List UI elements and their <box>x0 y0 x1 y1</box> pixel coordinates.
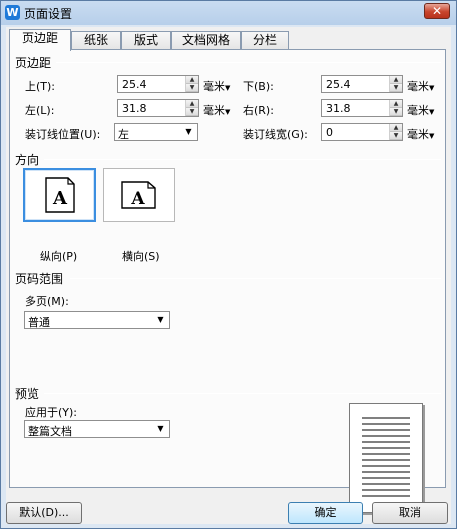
orientation-section-title: 方向 <box>15 153 40 167</box>
margins-divider <box>56 62 441 63</box>
caret-down-icon: ▼ <box>225 108 231 116</box>
spin-up-icon[interactable]: ▲ <box>390 76 402 84</box>
spin-down-icon[interactable]: ▼ <box>390 132 402 140</box>
tab-columns[interactable]: 分栏 <box>241 31 289 50</box>
tab-document-grid[interactable]: 文档网格 <box>171 31 241 50</box>
spin-down-icon[interactable]: ▼ <box>390 108 402 116</box>
landscape-label[interactable]: 横向(S) <box>122 248 160 264</box>
preview-section-title: 预览 <box>15 387 40 401</box>
spin-up-icon[interactable]: ▲ <box>186 100 198 108</box>
window-title: 页面设置 <box>24 7 73 21</box>
landscape-glyph: A <box>130 189 145 209</box>
gutter-width-unit[interactable]: 毫米▼ <box>407 126 434 142</box>
portrait-page-icon: A <box>45 177 75 213</box>
gutter-width-spinner[interactable]: 0 ▲ ▼ <box>321 123 403 141</box>
apply-to-label: 应用于(Y): <box>25 406 78 419</box>
right-margin-label: 右(R): <box>243 104 274 117</box>
gutter-width-label: 装订线宽(G): <box>243 128 308 141</box>
close-button[interactable]: ✕ <box>424 3 450 19</box>
bottom-margin-unit[interactable]: 毫米▼ <box>407 78 434 94</box>
dropdown-arrow-icon: ▼ <box>185 127 192 136</box>
apply-to-value: 整篇文档 <box>28 425 72 438</box>
default-button[interactable]: 默认(D)... <box>6 502 82 524</box>
page-setup-dialog: W 页面设置 ✕ 页边距 纸张 版式 文档网格 分栏 页边距 上(T): 25.… <box>0 0 457 529</box>
spin-up-icon[interactable]: ▲ <box>186 76 198 84</box>
left-margin-label: 左(L): <box>25 104 55 117</box>
right-margin-spinner[interactable]: 31.8 ▲ ▼ <box>321 99 403 117</box>
bottom-margin-value: 25.4 <box>326 78 351 91</box>
cancel-button[interactable]: 取消 <box>372 502 448 524</box>
top-margin-label: 上(T): <box>25 80 56 93</box>
caret-down-icon: ▼ <box>429 132 435 140</box>
pages-divider <box>70 278 441 279</box>
tab-margins[interactable]: 页边距 <box>9 29 71 51</box>
top-margin-unit[interactable]: 毫米▼ <box>203 78 230 94</box>
multiple-pages-select[interactable]: 普通 ▼ <box>24 311 170 329</box>
multiple-pages-label: 多页(M): <box>25 295 69 308</box>
caret-down-icon: ▼ <box>429 84 435 92</box>
left-margin-unit[interactable]: 毫米▼ <box>203 102 230 118</box>
left-margin-value: 31.8 <box>122 102 147 115</box>
left-margin-spinner[interactable]: 31.8 ▲ ▼ <box>117 99 199 117</box>
wps-writer-icon: W <box>5 5 20 20</box>
right-margin-unit[interactable]: 毫米▼ <box>407 102 434 118</box>
landscape-page-icon: A <box>121 181 156 209</box>
portrait-glyph: A <box>52 188 68 209</box>
gutter-width-value: 0 <box>326 126 333 139</box>
gutter-position-value: 左 <box>118 128 129 141</box>
spin-down-icon[interactable]: ▼ <box>186 84 198 92</box>
gutter-position-select[interactable]: 左 ▼ <box>114 123 198 141</box>
dialog-body: 页边距 纸张 版式 文档网格 分栏 页边距 上(T): 25.4 ▲ ▼ 毫米▼… <box>6 27 451 524</box>
spin-up-icon[interactable]: ▲ <box>390 100 402 108</box>
spin-down-icon[interactable]: ▼ <box>186 108 198 116</box>
right-margin-value: 31.8 <box>326 102 351 115</box>
pages-section-title: 页码范围 <box>15 272 64 286</box>
gutter-position-label: 装订线位置(U): <box>25 128 101 141</box>
preview-text-lines-icon <box>362 417 410 497</box>
title-bar[interactable]: W 页面设置 ✕ <box>1 1 456 25</box>
apply-to-select[interactable]: 整篇文档 ▼ <box>24 420 170 438</box>
bottom-margin-label: 下(B): <box>243 80 274 93</box>
multiple-pages-value: 普通 <box>28 316 50 329</box>
portrait-label[interactable]: 纵向(P) <box>40 248 77 264</box>
portrait-option[interactable]: A <box>23 168 96 222</box>
top-margin-spinner[interactable]: 25.4 ▲ ▼ <box>117 75 199 93</box>
orientation-divider <box>44 159 441 160</box>
spin-down-icon[interactable]: ▼ <box>390 84 402 92</box>
page-preview <box>349 403 423 513</box>
margins-section-title: 页边距 <box>15 56 52 70</box>
preview-divider <box>44 393 441 394</box>
tab-paper[interactable]: 纸张 <box>71 31 121 50</box>
ok-button[interactable]: 确定 <box>288 502 363 524</box>
top-margin-value: 25.4 <box>122 78 147 91</box>
caret-down-icon: ▼ <box>225 84 231 92</box>
spin-up-icon[interactable]: ▲ <box>390 124 402 132</box>
dropdown-arrow-icon: ▼ <box>157 424 164 433</box>
tab-layout[interactable]: 版式 <box>121 31 171 50</box>
bottom-margin-spinner[interactable]: 25.4 ▲ ▼ <box>321 75 403 93</box>
caret-down-icon: ▼ <box>429 108 435 116</box>
landscape-option[interactable]: A <box>103 168 175 222</box>
dropdown-arrow-icon: ▼ <box>157 315 164 324</box>
